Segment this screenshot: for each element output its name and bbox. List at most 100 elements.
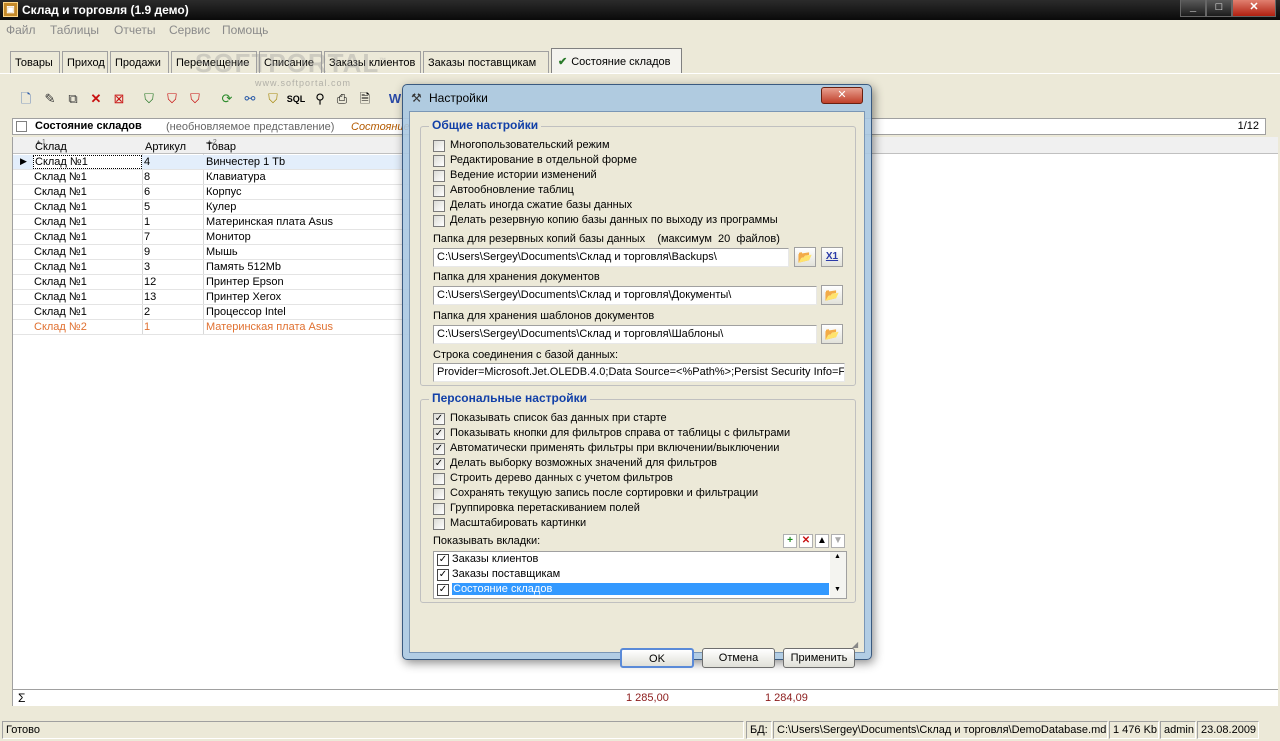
tab-supplier-orders[interactable]: Заказы поставщикам — [423, 51, 549, 73]
column-warehouse[interactable]: Склад ▲1 — [35, 139, 67, 153]
checkbox-icon[interactable] — [433, 215, 445, 227]
cell-product[interactable]: Материнская плата Asus — [206, 321, 333, 333]
checkbox-icon[interactable]: ✓ — [433, 428, 445, 440]
templates-folder-input[interactable]: C:\Users\Sergey\Documents\Склад и торгов… — [433, 325, 817, 344]
checkbox-icon[interactable] — [433, 140, 445, 152]
cell-product[interactable]: Корпус — [206, 186, 241, 198]
cell-article[interactable]: 2 — [144, 306, 150, 318]
table-row[interactable]: Склад №1 8 Клавиатура — [13, 170, 433, 185]
checkbox-icon[interactable] — [433, 503, 445, 515]
scroll-down-icon[interactable]: ▼ — [834, 586, 841, 593]
cell-product[interactable]: Кулер — [206, 201, 236, 213]
cell-product[interactable]: Процессор Intel — [206, 306, 286, 318]
sql-icon[interactable]: SQL — [286, 89, 306, 109]
menu-reports[interactable]: Отчеты — [114, 23, 155, 37]
cell-warehouse[interactable]: Склад №1 — [34, 231, 87, 243]
list-item[interactable]: ✓ Заказы поставщикам — [436, 568, 829, 583]
checkbox-icon[interactable] — [433, 170, 445, 182]
tab-goods[interactable]: Товары — [10, 51, 60, 73]
cell-warehouse[interactable]: Склад №1 — [34, 171, 87, 183]
table-row[interactable]: Склад №1 6 Корпус — [13, 185, 433, 200]
collapse-icon[interactable] — [16, 121, 27, 132]
cell-article[interactable]: 8 — [144, 171, 150, 183]
folder-open-icon[interactable]: 📂 — [794, 247, 816, 267]
cancel-button[interactable]: Отмена — [702, 648, 775, 668]
table-row[interactable]: ▶ Склад №1 4 Винчестер 1 Tb — [13, 155, 433, 170]
folder-open-icon[interactable]: 📂 — [821, 324, 843, 344]
cell-product[interactable]: Мышь — [206, 246, 238, 258]
cell-warehouse[interactable]: Склад №1 — [33, 155, 142, 169]
table-row[interactable]: Склад №1 12 Принтер Epson — [13, 275, 433, 290]
backup-max-count[interactable]: 20 — [718, 233, 730, 245]
cell-article[interactable]: 13 — [144, 291, 156, 303]
tab-sales[interactable]: Продажи — [110, 51, 169, 73]
cell-warehouse[interactable]: Склад №1 — [34, 291, 87, 303]
cell-warehouse[interactable]: Склад №1 — [34, 306, 87, 318]
table-row[interactable]: Склад №2 1 Материнская плата Asus — [13, 320, 433, 335]
cell-article[interactable]: 6 — [144, 186, 150, 198]
scroll-up-icon[interactable]: ▲ — [834, 553, 841, 560]
column-product[interactable]: Товар ▲2 — [206, 139, 236, 153]
checkbox-icon[interactable]: ✓ — [433, 443, 445, 455]
delete-icon[interactable]: ✕ — [86, 89, 106, 109]
listbox-scrollbar[interactable]: ▲ ▼ — [830, 552, 846, 598]
connection-string-input[interactable]: Provider=Microsoft.Jet.OLEDB.4.0;Data So… — [433, 363, 845, 382]
checkbox-icon[interactable]: ✓ — [433, 458, 445, 470]
table-row[interactable]: Склад №1 2 Процессор Intel — [13, 305, 433, 320]
checkbox-icon[interactable]: ✓ — [433, 413, 445, 425]
checkbox-icon[interactable]: ✓ — [437, 554, 449, 566]
cell-article[interactable]: 9 — [144, 246, 150, 258]
filter-value-icon[interactable]: ⛉ — [263, 89, 283, 109]
cell-product[interactable]: Клавиатура — [206, 171, 266, 183]
table-row[interactable]: Склад №1 3 Память 512Mb — [13, 260, 433, 275]
folder-open-icon[interactable]: 📂 — [821, 285, 843, 305]
dialog-close-button[interactable]: ✕ — [821, 87, 863, 104]
cell-article[interactable]: 1 — [144, 216, 150, 228]
table-row[interactable]: Склад №1 7 Монитор — [13, 230, 433, 245]
arrow-up-icon[interactable]: ▲ — [815, 534, 829, 548]
cell-article[interactable]: 1 — [144, 321, 150, 333]
cell-article[interactable]: 12 — [144, 276, 156, 288]
checkbox-icon[interactable] — [433, 185, 445, 197]
menu-help[interactable]: Помощь — [222, 23, 268, 37]
binoculars-icon[interactable]: ⚲ — [310, 89, 330, 109]
new-icon[interactable]: 🗋 — [16, 89, 36, 109]
delete-all-icon[interactable]: ⊠ — [109, 89, 129, 109]
refresh-icon[interactable]: ⟳ — [217, 89, 237, 109]
checkbox-icon[interactable] — [433, 473, 445, 485]
filter-clear-icon[interactable]: ⛉ — [162, 89, 182, 109]
menu-service[interactable]: Сервис — [169, 23, 210, 37]
apply-button[interactable]: Применить — [783, 648, 855, 668]
arrow-down-icon[interactable]: ▼ — [831, 534, 845, 548]
ok-button[interactable]: OK — [620, 648, 694, 668]
table-row[interactable]: Склад №1 9 Мышь — [13, 245, 433, 260]
tab-warehouse-state[interactable]: ✔ Состояние складов — [551, 48, 682, 74]
backup-folder-input[interactable]: C:\Users\Sergey\Documents\Склад и торгов… — [433, 248, 789, 267]
docs-folder-input[interactable]: C:\Users\Sergey\Documents\Склад и торгов… — [433, 286, 817, 305]
checkbox-icon[interactable] — [433, 200, 445, 212]
minimize-button[interactable]: _ — [1180, 0, 1206, 17]
close-window-button[interactable]: ✕ — [1232, 0, 1276, 17]
cell-article[interactable]: 3 — [144, 261, 150, 273]
filter-icon[interactable]: ⛉ — [139, 89, 159, 109]
cell-product[interactable]: Монитор — [206, 231, 251, 243]
backup-clear-button[interactable]: X1 — [821, 247, 843, 267]
table-row[interactable]: Склад №1 13 Принтер Xerox — [13, 290, 433, 305]
cell-warehouse[interactable]: Склад №1 — [34, 246, 87, 258]
preview-icon[interactable]: 🗎 — [355, 89, 375, 109]
remove-icon[interactable]: ✕ — [799, 534, 813, 548]
cell-article[interactable]: 7 — [144, 231, 150, 243]
cell-product[interactable]: Память 512Mb — [206, 261, 281, 273]
checkbox-icon[interactable]: ✓ — [437, 569, 449, 581]
edit-icon[interactable]: ✎ — [40, 89, 60, 109]
table-row[interactable]: Склад №1 1 Материнская плата Asus — [13, 215, 433, 230]
checkbox-icon[interactable] — [433, 155, 445, 167]
menu-tables[interactable]: Таблицы — [50, 23, 99, 37]
tab-income[interactable]: Приход — [62, 51, 108, 73]
cell-product[interactable]: Материнская плата Asus — [206, 216, 333, 228]
copy-icon[interactable]: ⧉ — [63, 89, 83, 109]
menu-file[interactable]: Файл — [6, 23, 36, 37]
link-icon[interactable]: ⚯ — [240, 89, 260, 109]
cell-product[interactable]: Винчестер 1 Tb — [206, 156, 285, 168]
cell-article[interactable]: 4 — [144, 156, 150, 168]
